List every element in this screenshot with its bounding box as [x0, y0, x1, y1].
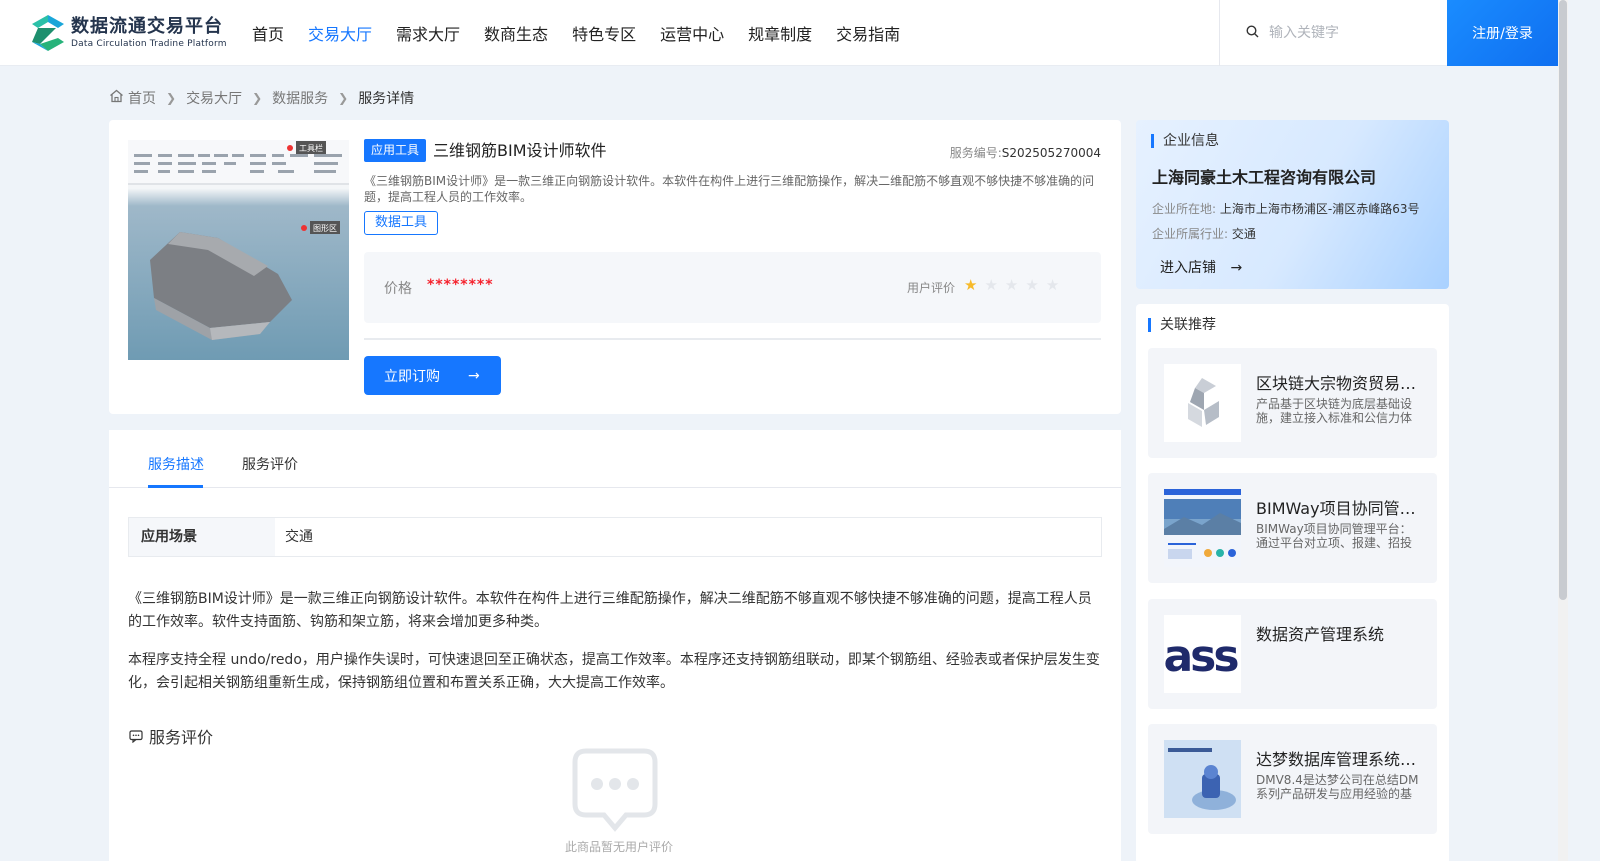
scenario-row: 应用场景 交通: [128, 517, 1102, 557]
company-industry-label: 企业所属行业:: [1152, 227, 1229, 241]
logo-mark-icon: [30, 14, 66, 52]
company-section-title: 企业信息: [1151, 134, 1219, 148]
dameng-cover-icon: [1164, 740, 1241, 818]
chevron-right-icon: ❯: [252, 91, 263, 105]
enter-shop-label: 进入店铺: [1160, 260, 1216, 276]
chevron-right-icon: ❯: [166, 91, 177, 105]
description-paragraph-1: 《三维钢筋BIM设计师》是一款三维正向钢筋设计软件。本软件在构件上进行三维配筋操…: [128, 591, 1092, 630]
company-location-label: 企业所在地:: [1152, 202, 1217, 216]
recommend-item-title: BIMWay项目协同管理平台: [1256, 499, 1422, 518]
bimway-screenshot-icon: [1164, 489, 1241, 567]
price-label: 价格: [384, 281, 412, 297]
recommend-item[interactable]: 区块链大宗物资贸易服务平台 产品基于区块链为底层基础设施，建立接入标准和公信力体…: [1148, 348, 1437, 458]
nav-item-featured[interactable]: 特色专区: [572, 21, 636, 45]
related-recommend-card: 关联推荐 区块链大宗物资贸易服务平台 产品基于区块链为底层基础设施，建立接入标准…: [1136, 304, 1449, 861]
star-icon[interactable]: ★: [984, 276, 997, 294]
buy-now-label: 立即订购: [384, 368, 440, 385]
company-industry: 企业所属行业: 交通: [1152, 225, 1256, 242]
tab-service-description[interactable]: 服务描述: [148, 454, 204, 474]
recommend-item-title: 数据资产管理系统: [1256, 625, 1385, 644]
comment-icon: [129, 729, 143, 743]
main-nav: 首页 交易大厅 需求大厅 数商生态 特色专区 运营中心 规章制度 交易指南: [252, 0, 924, 66]
thumb-label-toolbar: 工具栏: [299, 143, 323, 153]
detail-card: 服务描述 服务评价 应用场景 交通 《三维钢筋BIM设计师》是一款三维正向钢筋设…: [109, 430, 1121, 861]
recommend-item[interactable]: BIMWay项目协同管理平台 BIMWay项目协同管理平台：通过平台对立项、报建…: [1148, 473, 1437, 583]
thumb-label-view: 图形区: [313, 224, 337, 233]
search-input[interactable]: [1269, 25, 1429, 41]
logo-title-cn: 数据流通交易平台: [71, 15, 223, 37]
breadcrumb-data-service[interactable]: 数据服务: [272, 88, 328, 108]
star-icon[interactable]: ★: [1046, 276, 1059, 294]
breadcrumb-home[interactable]: 首页: [128, 88, 156, 108]
price-value: ********: [427, 277, 494, 293]
enter-shop-link[interactable]: 进入店铺 →: [1160, 257, 1242, 277]
category-tag[interactable]: 数据工具: [364, 211, 439, 235]
star-icon[interactable]: ★: [1025, 276, 1038, 294]
recommend-item-desc: DMV8.4是达梦公司在总结DM系列产品研发与应用经验的基础上: [1256, 773, 1419, 801]
nav-item-regulations[interactable]: 规章制度: [748, 21, 812, 45]
arrow-right-icon: →: [1230, 260, 1243, 276]
empty-review-text: 此商品暂无用户评价: [564, 840, 673, 854]
nav-item-guide[interactable]: 交易指南: [836, 21, 900, 45]
recommend-item-desc: [1256, 648, 1422, 676]
detail-tabs: 服务描述 服务评价: [109, 430, 1121, 488]
nav-item-trading-hall[interactable]: 交易大厅: [308, 21, 372, 45]
product-thumbnail[interactable]: 工具栏 图形区: [128, 140, 349, 360]
login-register-button[interactable]: 注册/登录: [1447, 0, 1558, 66]
nav-item-demand-hall[interactable]: 需求大厅: [396, 21, 460, 45]
star-icon[interactable]: ★: [964, 276, 977, 294]
home-icon[interactable]: [109, 89, 124, 107]
product-description: 《三维钢筋BIM设计师》是一款三维正向钢筋设计软件。本软件在构件上进行三维配筋操…: [364, 174, 1095, 204]
nav-item-home[interactable]: 首页: [252, 21, 284, 45]
product-card: 工具栏 图形区 应用工具 三维钢筋BIM设计师软件 服务编号:S20250527…: [109, 120, 1121, 414]
company-location: 企业所在地: 上海市上海市杨浦区-浦区赤峰路63号: [1152, 200, 1419, 217]
service-number: 服务编号:S202505270004: [950, 144, 1101, 161]
platform-logo[interactable]: 数据流通交易平台 Data Circulation Tradine Platfo…: [30, 14, 227, 52]
divider: [364, 338, 1101, 340]
arrow-right-icon: →: [468, 367, 480, 384]
breadcrumb-trading-hall[interactable]: 交易大厅: [186, 88, 242, 108]
company-location-value: 上海市上海市杨浦区-浦区赤峰路63号: [1219, 202, 1420, 216]
rating-label: 用户评价: [907, 281, 956, 295]
review-section-title: 服务评价: [129, 724, 213, 748]
search-icon[interactable]: [1246, 24, 1259, 42]
recommend-item-desc: 产品基于区块链为底层基础设施，建立接入标准和公信力体系: [1256, 397, 1413, 425]
ass-logo-icon: ass: [1164, 615, 1241, 693]
service-number-value: S202505270004: [1001, 146, 1101, 160]
app-tool-tag: 应用工具: [364, 139, 427, 162]
active-tab-indicator: [148, 485, 203, 488]
recommend-section-title: 关联推荐: [1148, 318, 1216, 332]
chevron-right-icon: ❯: [338, 91, 349, 105]
recommend-item-title: 达梦数据库管理系统[DM8]: [1256, 750, 1422, 769]
recommend-item[interactable]: ass 数据资产管理系统: [1148, 599, 1437, 709]
rating-stars: ★ ★ ★ ★ ★: [964, 276, 1066, 294]
breadcrumb: 首页 ❯ 交易大厅 ❯ 数据服务 ❯ 服务详情: [109, 88, 414, 108]
service-number-label: 服务编号:: [949, 146, 1002, 160]
description-paragraph-2: 本程序支持全程 undo/redo，用户操作失误时，可快速退回至正确状态，提高工…: [128, 652, 1100, 691]
company-name: 上海同豪土木工程咨询有限公司: [1152, 168, 1377, 187]
company-industry-value: 交通: [1231, 227, 1256, 241]
tab-service-reviews[interactable]: 服务评价: [242, 454, 298, 474]
star-icon[interactable]: ★: [1005, 276, 1018, 294]
top-header: 数据流通交易平台 Data Circulation Tradine Platfo…: [0, 0, 1558, 66]
search-box: [1219, 0, 1447, 66]
breadcrumb-current: 服务详情: [358, 91, 415, 107]
recommend-item[interactable]: 达梦数据库管理系统[DM8] DMV8.4是达梦公司在总结DM系列产品研发与应用…: [1148, 724, 1437, 834]
product-title: 三维钢筋BIM设计师软件: [433, 141, 607, 160]
nav-item-operations[interactable]: 运营中心: [660, 21, 724, 45]
empty-comment-icon: [572, 748, 658, 838]
company-info-card: 企业信息 上海同豪土木工程咨询有限公司 企业所在地: 上海市上海市杨浦区-浦区赤…: [1136, 120, 1449, 289]
recommend-item-desc: BIMWay项目协同管理平台：通过平台对立项、报建、招投标等环节: [1256, 522, 1413, 550]
page-scrollbar-thumb[interactable]: [1559, 0, 1567, 600]
nav-item-ecosystem[interactable]: 数商生态: [484, 21, 548, 45]
review-title: 服务评价: [149, 728, 214, 747]
svg-text:ass: ass: [1164, 631, 1238, 682]
scenario-label: 应用场景: [129, 518, 275, 556]
price-panel: 价格 ******** 用户评价 ★ ★ ★ ★ ★: [364, 252, 1101, 323]
buy-now-button[interactable]: 立即订购 →: [364, 356, 501, 395]
scenario-value: 交通: [285, 529, 313, 545]
blockchain-logo-icon: [1164, 364, 1241, 442]
logo-title-en: Data Circulation Tradine Platform: [71, 38, 227, 49]
recommend-item-title: 区块链大宗物资贸易服务平台: [1256, 374, 1422, 393]
